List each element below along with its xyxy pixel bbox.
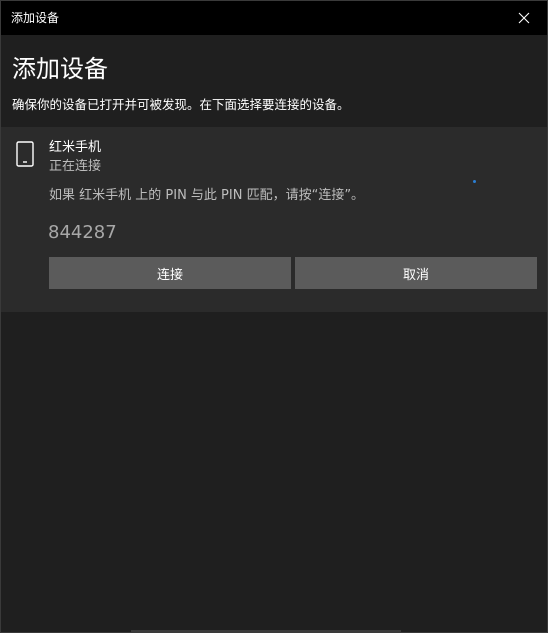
cancel-button[interactable]: 取消 [295,257,537,289]
add-device-window: 添加设备 添加设备 确保你的设备已打开并可被发现。在下面选择要连接的设备。 红米… [0,0,548,633]
page-heading: 添加设备 [12,55,108,83]
pin-code: 844287 [48,222,117,243]
window-edge-divider [131,630,401,632]
close-icon [518,12,530,24]
title-bar: 添加设备 [1,1,547,35]
pin-prompt: 如果 红米手机 上的 PIN 与此 PIN 匹配，请按“连接”。 [49,188,365,203]
device-name: 红米手机 [49,140,102,155]
instruction-text: 确保你的设备已打开并可被发现。在下面选择要连接的设备。 [12,97,350,112]
close-button[interactable] [501,1,547,35]
connect-button[interactable]: 连接 [49,257,291,289]
window-title: 添加设备 [11,11,60,25]
phone-icon [16,141,34,171]
progress-spinner-icon [473,180,476,183]
device-status: 正在连接 [49,159,102,174]
